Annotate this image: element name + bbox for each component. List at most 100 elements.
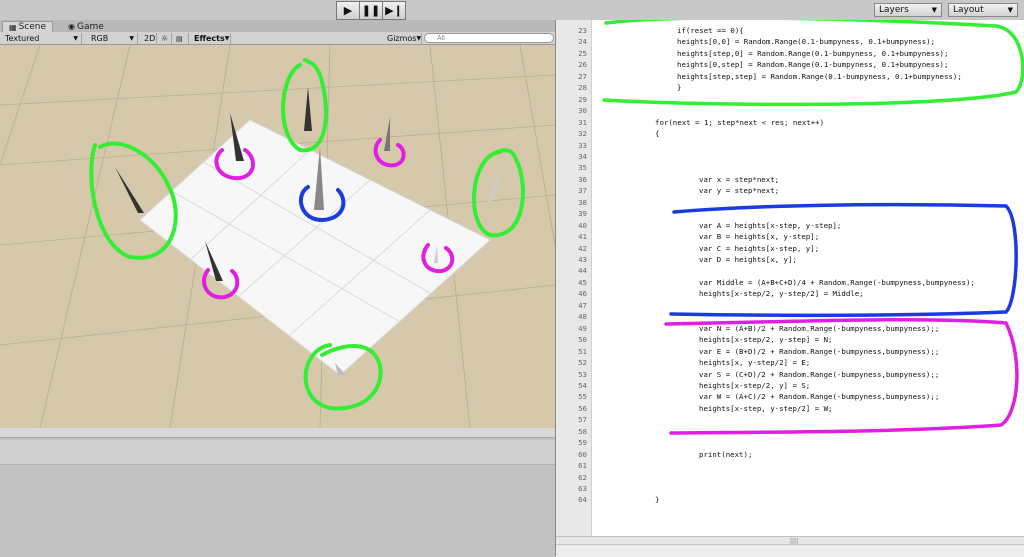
code-text: var y = step*next;: [699, 186, 780, 196]
code-line[interactable]: 47: [556, 300, 1024, 311]
code-line[interactable]: 46 heights[x-step/2, y-step/2] = Middle;: [556, 288, 1024, 299]
code-text: heights[x-step/2, y-step/2] = Middle;: [699, 289, 864, 299]
code-line[interactable]: 29: [556, 94, 1024, 105]
tab-game[interactable]: ◉ Game: [62, 21, 110, 32]
code-line[interactable]: 32 {: [556, 128, 1024, 139]
scene-toolbar: Textured ▼ RGB ▼ 2D ☼ ▤ Effects ▼ Gizmos…: [0, 32, 555, 45]
line-number: 39: [578, 209, 587, 219]
code-text: heights[x, y-step/2] = E;: [699, 358, 811, 368]
code-line[interactable]: 39: [556, 208, 1024, 219]
code-line[interactable]: 38: [556, 197, 1024, 208]
code-editor[interactable]: 23 if(reset == 0){24 heights[0,0] = Random…: [555, 20, 1024, 557]
tab-scene[interactable]: ▦ Scene: [2, 21, 54, 32]
scene-search-input[interactable]: [424, 33, 554, 43]
line-number: 35: [578, 163, 587, 173]
tab-game-label: Game: [76, 21, 104, 32]
toggle-2d-button[interactable]: 2D: [141, 33, 157, 44]
lighting-toggle[interactable]: ☼: [158, 33, 172, 44]
line-number: 63: [578, 484, 587, 493]
code-text: var A = heights[x-step, y-step];: [699, 220, 842, 230]
code-line[interactable]: 56 heights[x-step, y-step/2] = W;: [556, 403, 1024, 414]
line-number: 36: [578, 174, 587, 184]
code-line[interactable]: 61: [556, 460, 1024, 471]
scene-canvas: [0, 45, 555, 428]
code-line[interactable]: 63: [556, 483, 1024, 494]
code-text: var N = (A+B)/2 + Random.Range(-bumpynes…: [699, 323, 940, 333]
code-line[interactable]: 44: [556, 265, 1024, 276]
code-line[interactable]: 26 heights[0,step] = Random.Range(0.1-bum…: [556, 59, 1024, 70]
play-button[interactable]: ▶: [336, 1, 360, 20]
line-number: 45: [578, 277, 587, 287]
line-number: 30: [578, 106, 587, 116]
scene-icon: ▦: [9, 22, 17, 32]
line-number: 44: [578, 266, 587, 276]
code-line[interactable]: 51 var E = (B+D)/2 + Random.Range(-bumpyn…: [556, 346, 1024, 357]
code-line[interactable]: 52 heights[x, y-step/2] = E;: [556, 357, 1024, 368]
code-line[interactable]: 30: [556, 105, 1024, 116]
code-text: var x = step*next;: [699, 174, 780, 184]
code-line[interactable]: 41 var B = heights[x, y-step];: [556, 231, 1024, 242]
line-number: 60: [578, 449, 587, 459]
code-line[interactable]: 42 var C = heights[x-step, y];: [556, 243, 1024, 254]
line-number: 49: [578, 323, 587, 333]
effects-dropdown[interactable]: Effects ▼: [191, 33, 231, 44]
code-line[interactable]: 48: [556, 311, 1024, 322]
render-mode-label: Textured: [5, 34, 40, 43]
code-line[interactable]: 57: [556, 414, 1024, 425]
code-line[interactable]: 35: [556, 162, 1024, 173]
render-mode-dropdown[interactable]: Textured ▼: [2, 33, 82, 44]
game-icon: ◉: [68, 22, 75, 31]
step-button[interactable]: ▶❙: [382, 1, 406, 20]
lower-panel: [0, 428, 555, 556]
code-area[interactable]: 23 if(reset == 0){24 heights[0,0] = Random…: [556, 20, 1024, 536]
code-line[interactable]: 62: [556, 472, 1024, 483]
line-number: 47: [578, 300, 587, 310]
layers-label: Layers: [879, 5, 909, 15]
line-number: 51: [578, 346, 587, 356]
line-number: 23: [578, 26, 587, 35]
code-line[interactable]: 25 heights[step,0] = Random.Range(0.1-bum…: [556, 48, 1024, 59]
layout-dropdown[interactable]: Layout ▼: [948, 3, 1018, 17]
code-line[interactable]: 37 var y = step*next;: [556, 185, 1024, 196]
line-number: 42: [578, 243, 587, 253]
gizmos-label: Gizmos: [387, 34, 417, 43]
code-line[interactable]: 31 for(next = 1; step*next < res; next++): [556, 117, 1024, 128]
scene-viewport[interactable]: [0, 45, 555, 428]
code-line[interactable]: 60 print(next);: [556, 449, 1024, 460]
code-line[interactable]: 55 var W = (A+C)/2 + Random.Range(-bumpyn…: [556, 391, 1024, 402]
pause-button[interactable]: ❚❚: [359, 1, 383, 20]
code-text: heights[x-step, y-step/2] = W;: [699, 403, 833, 413]
color-mode-dropdown[interactable]: RGB ▼: [88, 33, 138, 44]
chevron-down-icon: ▼: [931, 6, 937, 14]
code-line[interactable]: 36 var x = step*next;: [556, 174, 1024, 185]
code-text: var W = (A+C)/2 + Random.Range(-bumpynes…: [699, 392, 940, 402]
code-line[interactable]: 28}: [556, 82, 1024, 93]
code-line[interactable]: 40 var A = heights[x-step, y-step];: [556, 220, 1024, 231]
code-text: var C = heights[x-step, y];: [699, 243, 820, 253]
line-number: 52: [578, 358, 587, 368]
code-line[interactable]: 23 if(reset == 0){: [556, 25, 1024, 36]
code-line[interactable]: 27 heights[step,step] = Random.Range(0.1-…: [556, 71, 1024, 82]
lower-panel-toolbar: [0, 440, 555, 465]
code-line[interactable]: 58: [556, 426, 1024, 437]
layers-dropdown[interactable]: Layers ▼: [874, 3, 942, 17]
speaker-icon: ▤: [176, 34, 183, 43]
code-line[interactable]: 43 var D = heights[x, y];: [556, 254, 1024, 265]
code-text: heights[0,0] = Random.Range(0.1-bumpynes…: [677, 37, 936, 47]
line-number: 62: [578, 472, 587, 482]
code-line[interactable]: 53 var S = (C+D)/2 + Random.Range(-bumpyn…: [556, 369, 1024, 380]
code-line[interactable]: 24 heights[0,0] = Random.Range(0.1-bumpyn…: [556, 36, 1024, 47]
line-number: 34: [578, 151, 587, 161]
audio-toggle[interactable]: ▤: [173, 33, 189, 44]
code-line[interactable]: 49 var N = (A+B)/2 + Random.Range(-bumpyn…: [556, 323, 1024, 334]
line-number: 33: [578, 140, 587, 150]
code-line[interactable]: 50 heights[x-step/2, y-step] = N;: [556, 334, 1024, 345]
code-line[interactable]: 34: [556, 151, 1024, 162]
gizmos-dropdown[interactable]: Gizmos ▼: [384, 33, 422, 44]
code-line[interactable]: 54 heights[x-step/2, y] = S;: [556, 380, 1024, 391]
code-line[interactable]: 45 var Middle = (A+B+C+D)/4 + Random.Rang…: [556, 277, 1024, 288]
chevron-down-icon: ▼: [129, 35, 134, 42]
code-line[interactable]: 64}: [556, 494, 1024, 505]
code-line[interactable]: 59: [556, 437, 1024, 448]
code-line[interactable]: 33: [556, 140, 1024, 151]
